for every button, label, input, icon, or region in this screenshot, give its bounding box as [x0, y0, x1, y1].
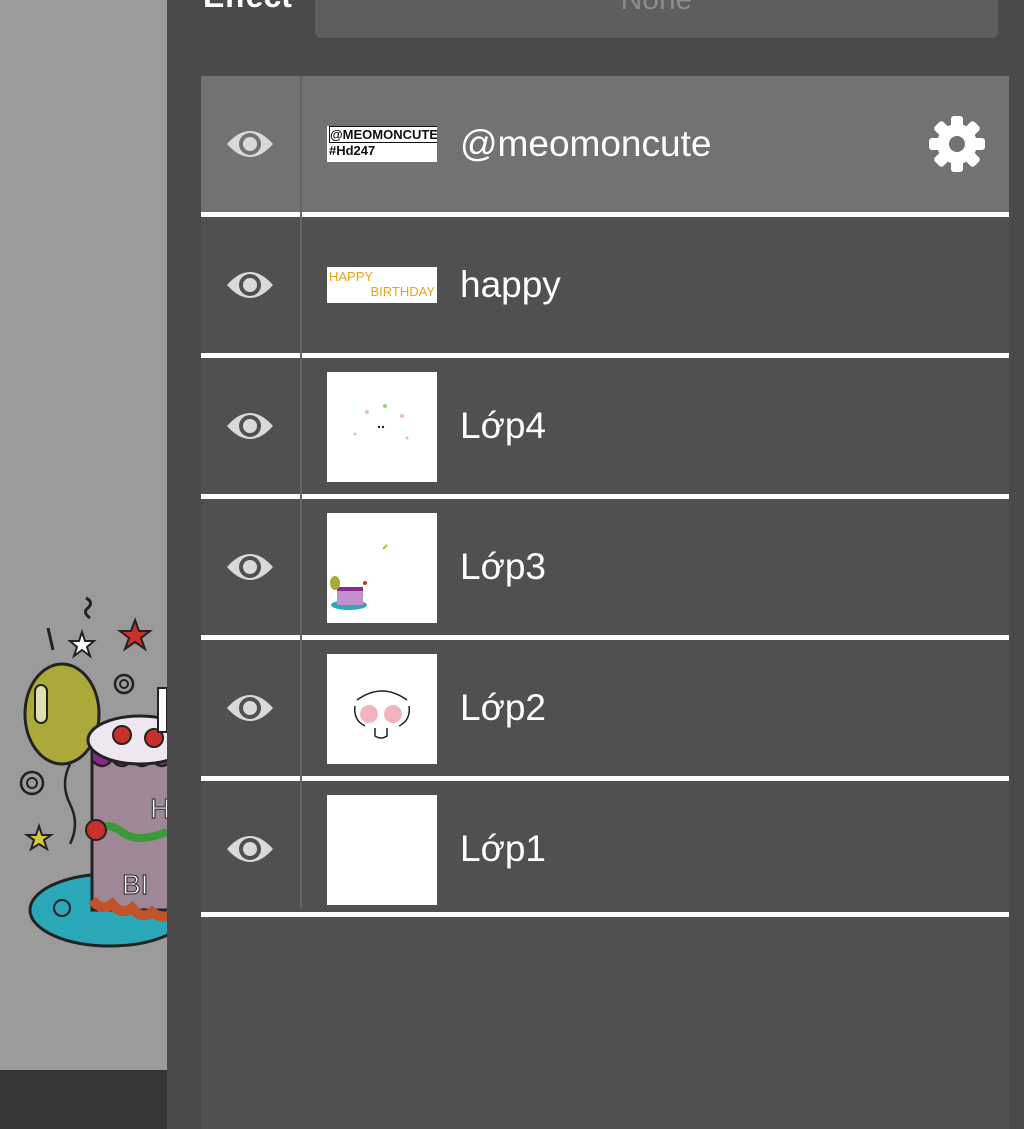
layer-thumbnail: HAPPY BIRTHDAY	[327, 267, 437, 303]
eye-icon[interactable]	[225, 827, 275, 871]
thumbnail-art	[353, 404, 409, 440]
birthday-cake-illustration: H BI	[19, 596, 167, 948]
layer-row-lop4[interactable]: Lớp4	[201, 358, 1009, 494]
effect-dropdown[interactable]: None	[315, 0, 998, 38]
eye-icon[interactable]	[225, 545, 275, 589]
layer-thumbnail	[327, 654, 437, 764]
thumb-text-line1: HAPPY	[329, 269, 374, 284]
layer-name: Lớp4	[460, 405, 546, 446]
thumbnail-art	[353, 690, 411, 739]
layer-name: Lớp3	[460, 546, 546, 587]
layer-thumbnail	[327, 795, 437, 905]
layer-row-lop3[interactable]: Lớp3	[201, 499, 1009, 635]
svg-text:BI: BI	[122, 869, 148, 900]
eye-icon[interactable]	[225, 686, 275, 730]
layers-list: @MEOMONCUTE #Hd247 @meomoncute HAPPY BIR…	[201, 76, 1009, 1129]
drawing-canvas[interactable]: H BI	[0, 0, 167, 1070]
layer-row-lop1[interactable]: Lớp1	[201, 781, 1009, 917]
thumb-text-line1: @MEOMONCUTE	[329, 126, 437, 143]
layer-thumbnail	[327, 372, 437, 482]
layers-panel: Effect None @MEOMONCUTE #Hd247 @meomoncu…	[167, 0, 1024, 1129]
thumb-text-line2: #Hd247	[329, 143, 376, 158]
layer-name: happy	[460, 264, 561, 305]
layer-row-happy[interactable]: HAPPY BIRTHDAY happy	[201, 217, 1009, 353]
layer-name: @meomoncute	[460, 123, 712, 164]
column-divider	[300, 76, 302, 908]
layer-name: Lớp2	[460, 687, 546, 728]
layer-separator	[201, 912, 1009, 917]
gear-icon[interactable]	[927, 114, 987, 174]
layer-row-meomoncute[interactable]: @MEOMONCUTE #Hd247 @meomoncute	[201, 76, 1009, 212]
layer-row-lop2[interactable]: Lớp2	[201, 640, 1009, 776]
layer-name: Lớp1	[460, 828, 546, 869]
svg-text:H: H	[150, 793, 167, 824]
thumb-text-line2: BIRTHDAY	[370, 284, 435, 299]
canvas-footer	[0, 1070, 167, 1129]
thumbnail-art	[330, 544, 388, 610]
eye-icon[interactable]	[225, 404, 275, 448]
layer-thumbnail: @MEOMONCUTE #Hd247	[327, 126, 437, 162]
eye-icon[interactable]	[225, 263, 275, 307]
eye-icon[interactable]	[225, 122, 275, 166]
effect-label: Effect	[203, 0, 292, 15]
layer-thumbnail	[327, 513, 437, 623]
